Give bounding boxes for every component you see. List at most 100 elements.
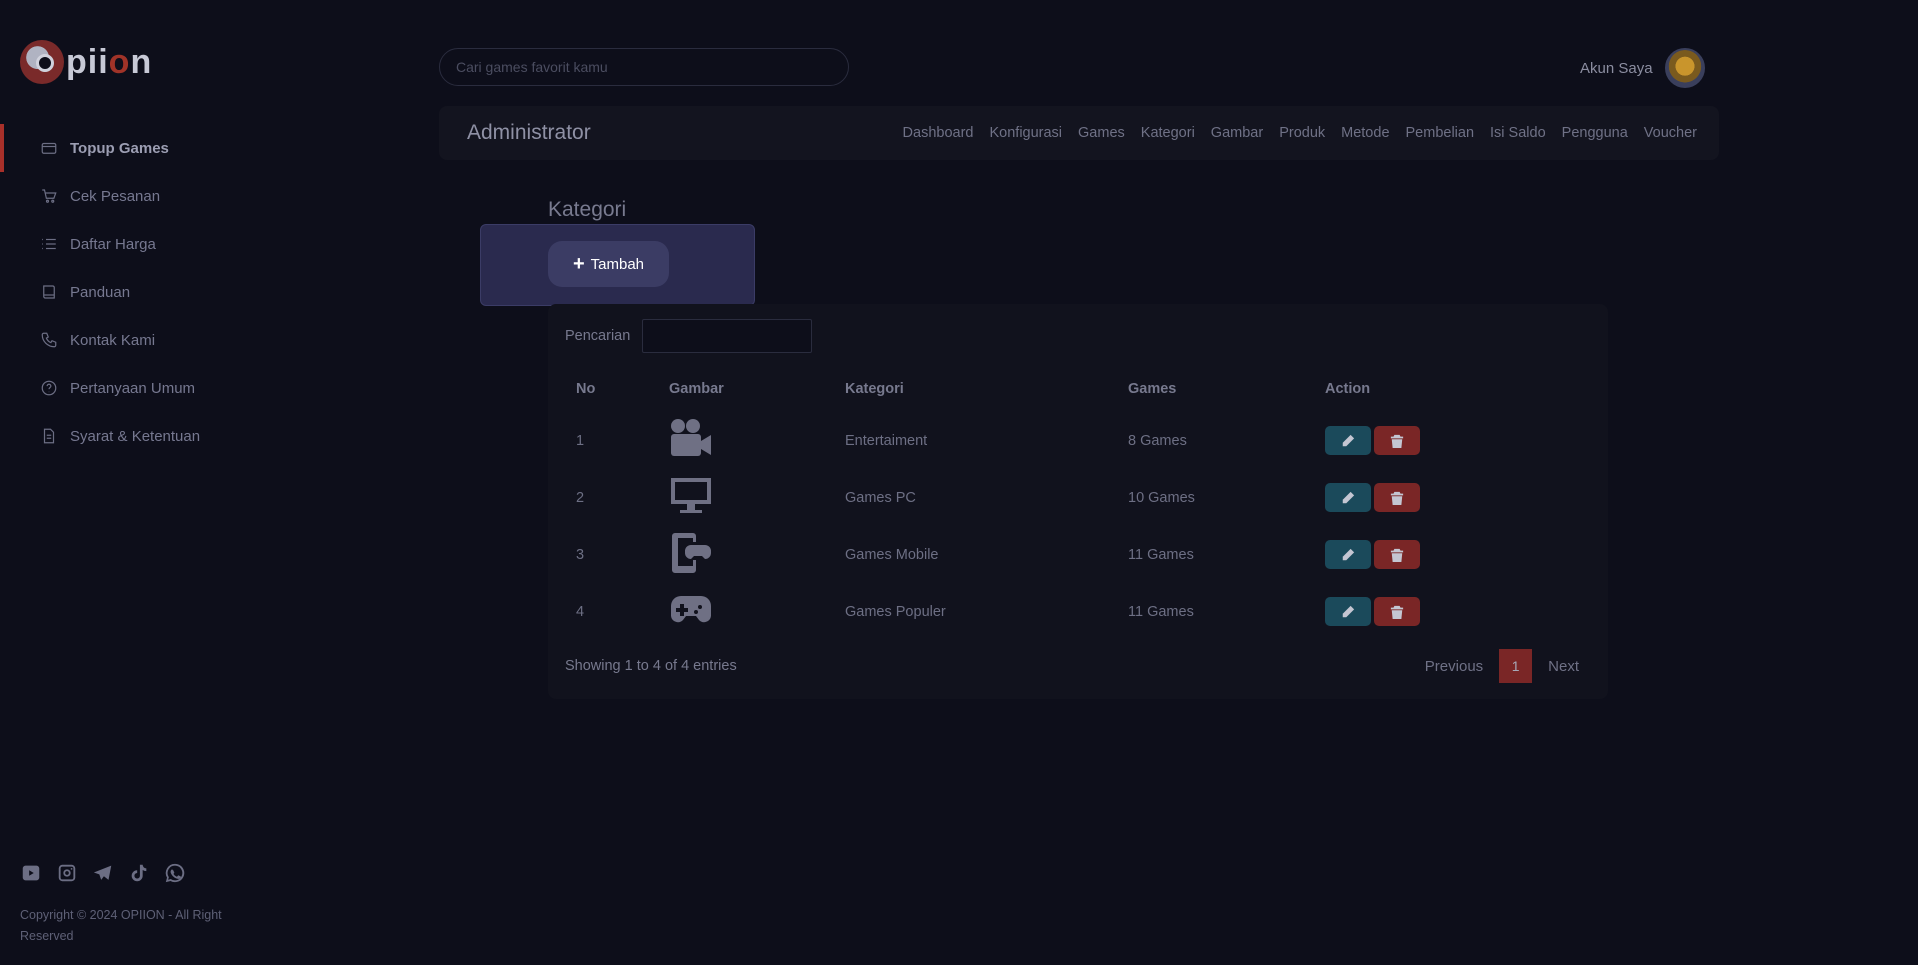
sidebar-nav: Topup Games Cek Pesanan Daftar Harga Pan… bbox=[0, 124, 330, 460]
sidebar-item-daftar-harga[interactable]: Daftar Harga bbox=[0, 220, 330, 268]
pagination-page-current[interactable]: 1 bbox=[1499, 649, 1533, 683]
filter-input[interactable] bbox=[642, 319, 813, 353]
admin-menu-pengguna[interactable]: Pengguna bbox=[1562, 125, 1628, 141]
sidebar-item-kontak-kami[interactable]: Kontak Kami bbox=[0, 316, 330, 364]
add-button-label: Tambah bbox=[590, 255, 645, 273]
row-no: 2 bbox=[576, 489, 585, 506]
sidebar-item-cek-pesanan[interactable]: Cek Pesanan bbox=[0, 172, 330, 220]
admin-menu-dashboard[interactable]: Dashboard bbox=[903, 125, 974, 141]
sidebar: piion Topup Games Cek Pesanan Daftar Har… bbox=[0, 0, 330, 965]
table-filter: Pencarian bbox=[565, 319, 813, 353]
phone-icon bbox=[40, 331, 58, 349]
add-button[interactable]: + Tambah bbox=[548, 241, 669, 287]
plus-icon: + bbox=[572, 253, 585, 275]
trash-icon bbox=[1390, 548, 1404, 562]
delete-button[interactable] bbox=[1374, 597, 1420, 626]
admin-menu-voucher[interactable]: Voucher bbox=[1644, 125, 1697, 141]
admin-menu-konfigurasi[interactable]: Konfigurasi bbox=[989, 125, 1062, 141]
table-header-row: No Gambar Kategori Games Action bbox=[565, 366, 1589, 412]
row-kategori: Entertaiment bbox=[845, 432, 928, 449]
sidebar-item-label: Pertanyaan Umum bbox=[70, 379, 196, 397]
search-input[interactable] bbox=[439, 48, 849, 86]
table-row: 3 Games Mobile 11 Games bbox=[565, 526, 1589, 583]
sidebar-item-syarat-ketentuan[interactable]: Syarat & Ketentuan bbox=[0, 412, 330, 460]
admin-menu-games[interactable]: Games bbox=[1078, 125, 1125, 141]
list-icon bbox=[40, 235, 58, 253]
column-header-no[interactable]: No bbox=[565, 366, 658, 412]
mobile-gamepad-icon bbox=[669, 532, 713, 579]
telegram-icon[interactable] bbox=[92, 862, 114, 884]
edit-button[interactable] bbox=[1325, 597, 1371, 626]
avatar[interactable] bbox=[1664, 48, 1705, 88]
admin-menu-gambar[interactable]: Gambar bbox=[1211, 125, 1263, 141]
book-icon bbox=[40, 283, 58, 301]
video-camera-icon bbox=[669, 418, 713, 465]
sidebar-item-label: Cek Pesanan bbox=[70, 187, 161, 205]
social-links bbox=[20, 862, 186, 884]
trash-icon bbox=[1390, 605, 1404, 619]
card-icon bbox=[40, 139, 58, 157]
row-no: 4 bbox=[576, 603, 585, 620]
cart-icon bbox=[40, 187, 58, 205]
trash-icon bbox=[1390, 434, 1404, 448]
delete-button[interactable] bbox=[1374, 483, 1420, 512]
page-title: Kategori bbox=[548, 198, 627, 221]
sidebar-item-label: Syarat & Ketentuan bbox=[70, 427, 201, 445]
copyright-text: Copyright © 2024 OPIION - All Right Rese… bbox=[20, 908, 222, 943]
admin-menu-kategori[interactable]: Kategori bbox=[1141, 125, 1195, 141]
sidebar-item-label: Topup Games bbox=[70, 139, 169, 157]
admin-menu: Dashboard Konfigurasi Games Kategori Gam… bbox=[887, 125, 1697, 141]
row-no: 1 bbox=[576, 432, 585, 449]
sidebar-item-label: Daftar Harga bbox=[70, 235, 156, 253]
logo-text: piion bbox=[66, 42, 153, 81]
row-games: 11 Games bbox=[1128, 603, 1194, 620]
pencil-icon bbox=[1342, 605, 1355, 617]
account-label: Akun Saya bbox=[1580, 59, 1653, 77]
row-kategori: Games Mobile bbox=[845, 546, 939, 563]
column-header-gambar[interactable]: Gambar bbox=[658, 366, 834, 412]
whatsapp-icon[interactable] bbox=[164, 862, 186, 884]
sidebar-item-pertanyaan-umum[interactable]: Pertanyaan Umum bbox=[0, 364, 330, 412]
pagination-previous[interactable]: Previous bbox=[1413, 658, 1495, 675]
edit-button[interactable] bbox=[1325, 483, 1371, 512]
pagination: Previous 1 Next bbox=[1413, 649, 1591, 683]
admin-header: Administrator Dashboard Konfigurasi Game… bbox=[439, 106, 1719, 160]
column-header-kategori[interactable]: Kategori bbox=[834, 366, 1117, 412]
column-header-games[interactable]: Games bbox=[1117, 366, 1314, 412]
edit-button[interactable] bbox=[1325, 540, 1371, 569]
trash-icon bbox=[1390, 491, 1404, 505]
document-icon bbox=[40, 427, 58, 445]
admin-menu-metode[interactable]: Metode bbox=[1341, 125, 1389, 141]
edit-button[interactable] bbox=[1325, 426, 1371, 455]
sidebar-item-panduan[interactable]: Panduan bbox=[0, 268, 330, 316]
gamepad-icon bbox=[669, 595, 713, 636]
row-no: 3 bbox=[576, 546, 585, 563]
sidebar-item-label: Kontak Kami bbox=[70, 331, 156, 349]
youtube-icon[interactable] bbox=[20, 862, 42, 884]
pencil-icon bbox=[1342, 434, 1355, 446]
monitor-icon bbox=[669, 477, 713, 522]
pencil-icon bbox=[1342, 491, 1355, 503]
column-header-action: Action bbox=[1325, 381, 1371, 397]
table-row: 2 Games PC 10 Games bbox=[565, 469, 1589, 526]
admin-menu-isi-saldo[interactable]: Isi Saldo bbox=[1490, 125, 1546, 141]
table-row: 1 Entertaiment 8 Games bbox=[565, 412, 1589, 469]
account-menu[interactable]: Akun Saya bbox=[1580, 48, 1705, 88]
row-games: 10 Games bbox=[1128, 489, 1195, 506]
admin-menu-pembelian[interactable]: Pembelian bbox=[1406, 125, 1475, 141]
delete-button[interactable] bbox=[1374, 540, 1420, 569]
sidebar-item-label: Panduan bbox=[70, 283, 131, 301]
row-games: 11 Games bbox=[1128, 546, 1194, 563]
tiktok-icon[interactable] bbox=[128, 862, 150, 884]
delete-button[interactable] bbox=[1374, 426, 1420, 455]
row-kategori: Games Populer bbox=[845, 603, 946, 620]
admin-menu-produk[interactable]: Produk bbox=[1279, 125, 1325, 141]
table-row: 4 Games Populer 11 Games bbox=[565, 583, 1589, 640]
logo-icon bbox=[20, 40, 64, 84]
brand-logo[interactable]: piion bbox=[20, 40, 152, 84]
sidebar-item-topup-games[interactable]: Topup Games bbox=[0, 124, 330, 172]
row-kategori: Games PC bbox=[845, 489, 916, 506]
category-table: No Gambar Kategori Games Action 1 Entert… bbox=[565, 366, 1589, 640]
instagram-icon[interactable] bbox=[56, 862, 78, 884]
pagination-next[interactable]: Next bbox=[1536, 658, 1591, 675]
